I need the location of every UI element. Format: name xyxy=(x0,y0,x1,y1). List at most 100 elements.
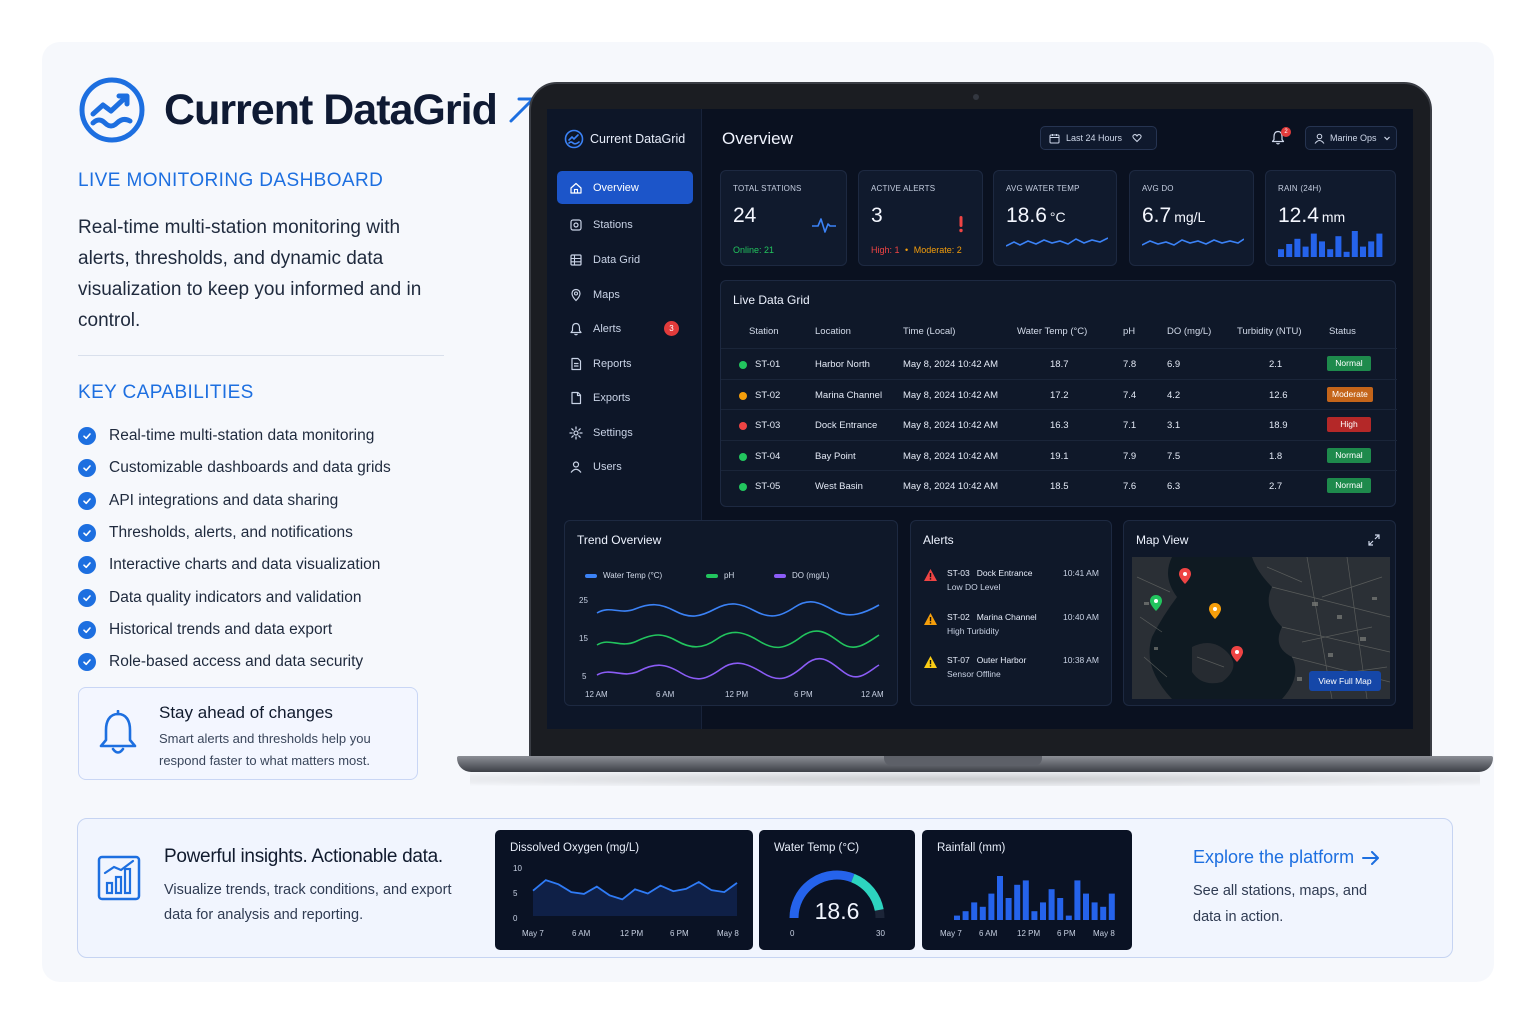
column-header[interactable]: Station xyxy=(749,326,779,337)
cell-ph: 7.1 xyxy=(1123,420,1137,431)
capability-label: Real-time multi-station data monitoring xyxy=(109,427,375,445)
x-tick: 12 AM xyxy=(585,690,608,699)
legend-label: Water Temp (°C) xyxy=(603,571,663,580)
kpi-total-stations[interactable]: TOTAL STATIONS 24 Online: 21 xyxy=(720,170,847,266)
user-menu[interactable]: Marine Ops xyxy=(1305,126,1397,150)
series-water-temp xyxy=(596,600,880,617)
column-header[interactable]: Status xyxy=(1329,326,1356,337)
cell-turb: 12.6 xyxy=(1269,389,1288,401)
x-tick: May 7 xyxy=(940,929,962,938)
rain-bar xyxy=(1031,911,1038,920)
kpi-avg-water-temp[interactable]: AVG WATER TEMP 18.6 °C xyxy=(993,170,1117,266)
cell-time: May 8, 2024 10:42 AM xyxy=(903,481,999,492)
capability-item: Customizable dashboards and data grids xyxy=(78,452,391,484)
wave-chart-logo-icon xyxy=(564,129,584,149)
table-row[interactable]: ST-05 West Basin May 8, 2024 10:42 AM 18.5 7… xyxy=(721,470,1397,501)
export-icon xyxy=(571,391,582,404)
sidebar-item-alerts[interactable]: Alerts 3 xyxy=(557,312,693,345)
sidebar-item-label: Stations xyxy=(593,218,633,231)
kpi-active-alerts[interactable]: ACTIVE ALERTS 3 High: 1 • Moderate: 2 xyxy=(858,170,983,266)
sidebar-item-overview[interactable]: Overview xyxy=(557,171,693,204)
x-tick: May 8 xyxy=(1093,929,1115,938)
alert-count-badge: 3 xyxy=(664,321,679,336)
kpi-avg-do[interactable]: AVG DO 6.7 mg/L xyxy=(1129,170,1254,266)
rain-bar xyxy=(1351,231,1358,257)
cell-location: Harbor North xyxy=(815,359,870,370)
gauge-min-label: 0 xyxy=(790,929,795,938)
alert-source: ST-02 Marina Channel xyxy=(947,612,1037,622)
column-header[interactable]: Turbidity (NTU) xyxy=(1237,326,1302,337)
user-icon xyxy=(1314,133,1325,144)
table-row[interactable]: ST-04 Bay Point May 8, 2024 10:42 AM 19.1 7.… xyxy=(721,439,1397,471)
rain-bar xyxy=(1376,233,1383,257)
legend-do: DO (mg/L) xyxy=(774,571,829,580)
capability-label: Thresholds, alerts, and notifications xyxy=(109,524,353,542)
column-header[interactable]: pH xyxy=(1123,326,1135,337)
water-temp-card[interactable]: Water Temp (°C) 18.6 0 30 xyxy=(759,830,915,950)
column-header[interactable]: DO (mg/L) xyxy=(1167,326,1211,337)
cell-station: ST-03 xyxy=(755,420,781,431)
do-area xyxy=(533,880,737,916)
stay-ahead-callout: Stay ahead of changes Smart alerts and t… xyxy=(78,687,418,780)
map-view-panel: Map View View Full Map xyxy=(1123,520,1396,706)
sidebar-item-users[interactable]: Users xyxy=(557,450,693,483)
checkmark-icon xyxy=(78,653,96,672)
time-range-selector[interactable]: Last 24 Hours xyxy=(1040,126,1157,150)
view-full-map-button[interactable]: View Full Map xyxy=(1309,671,1381,691)
gauge-max-label: 30 xyxy=(876,929,885,938)
sidebar-item-label: Exports xyxy=(593,391,631,404)
status-badge: High xyxy=(1327,417,1371,432)
table-row[interactable]: ST-03 Dock Entrance May 8, 2024 10:42 AM 16… xyxy=(721,409,1397,440)
cell-time: May 8, 2024 10:42 AM xyxy=(903,420,999,431)
cell-station: ST-04 xyxy=(755,450,781,462)
column-header[interactable]: Location xyxy=(815,326,851,337)
sidebar-item-reports[interactable]: Reports xyxy=(557,347,693,380)
y-tick: 0 xyxy=(513,914,518,923)
cell-station: ST-02 xyxy=(755,389,781,401)
sidebar-item-label: Settings xyxy=(593,426,633,439)
explore-platform-link[interactable]: Explore the platform xyxy=(1193,847,1380,868)
sidebar-item-maps[interactable]: Maps xyxy=(557,278,693,311)
kpi-moderate-count: Moderate: 2 xyxy=(913,245,962,255)
pulse-icon xyxy=(812,218,836,233)
sidebar-item-data-grid[interactable]: Data Grid xyxy=(557,243,693,276)
x-tick: 12 PM xyxy=(725,690,748,699)
dissolved-oxygen-card[interactable]: Dissolved Oxygen (mg/L) 10 5 0 May 7 6 AM 12 … xyxy=(495,830,753,950)
column-header[interactable]: Water Temp (°C) xyxy=(1017,326,1087,337)
sidebar-item-exports[interactable]: Exports xyxy=(557,381,693,414)
trend-overview-panel: Trend Overview Water Temp (°C) pH DO (mg… xyxy=(564,520,898,706)
status-dot xyxy=(739,452,747,461)
sidebar-item-stations[interactable]: Stations xyxy=(557,208,693,241)
sidebar-item-settings[interactable]: Settings xyxy=(557,416,693,449)
alerts-panel: Alerts ST-03 Dock Entrance Low DO Level 10:… xyxy=(910,520,1112,706)
status-dot xyxy=(739,483,747,491)
separator-dot: • xyxy=(905,245,909,255)
sidebar-brand[interactable]: Current DataGrid xyxy=(564,129,685,149)
kpi-unit: mm xyxy=(1321,209,1346,225)
status-badge: Moderate xyxy=(1327,386,1373,402)
alert-time: 10:41 AM xyxy=(1063,568,1099,578)
cell-time: May 8, 2024 10:42 AM xyxy=(903,450,999,462)
strip-title: Powerful insights. Actionable data. xyxy=(164,846,443,867)
rain-bar xyxy=(1302,246,1309,257)
laptop-notch xyxy=(884,756,1042,766)
kpi-rain-24h[interactable]: RAIN (24H) 12.4 mm xyxy=(1265,170,1396,266)
checkmark-icon xyxy=(78,556,96,575)
alert-place: Outer Harbor xyxy=(976,655,1027,665)
cell-do: 4.2 xyxy=(1167,389,1181,401)
kpi-unit: mg/L xyxy=(1174,209,1206,225)
cell-turb: 2.7 xyxy=(1269,481,1283,492)
x-tick: May 7 xyxy=(522,929,544,938)
kpi-value-wrap: 18.6 °C xyxy=(1006,204,1066,228)
table-row[interactable]: ST-01 Harbor North May 8, 2024 10:42 AM 18.… xyxy=(721,348,1397,379)
rainfall-card[interactable]: Rainfall (mm) May 7 6 AM 12 PM 6 PM May 8 xyxy=(922,830,1132,950)
kpi-value: 18.6 xyxy=(1006,204,1047,227)
table-row[interactable]: ST-02 Marina Channel May 8, 2024 10:42 AM 1… xyxy=(721,378,1397,410)
capability-item: Real-time multi-station data monitoring xyxy=(78,420,391,452)
column-header[interactable]: Time (Local) xyxy=(903,326,955,337)
arrow-right-icon xyxy=(1362,850,1380,865)
checkmark-icon xyxy=(78,620,96,639)
alert-source: ST-03 Dock Entrance xyxy=(947,568,1032,578)
expand-icon[interactable] xyxy=(1368,534,1380,546)
gauge-value: 18.6 xyxy=(815,898,860,924)
